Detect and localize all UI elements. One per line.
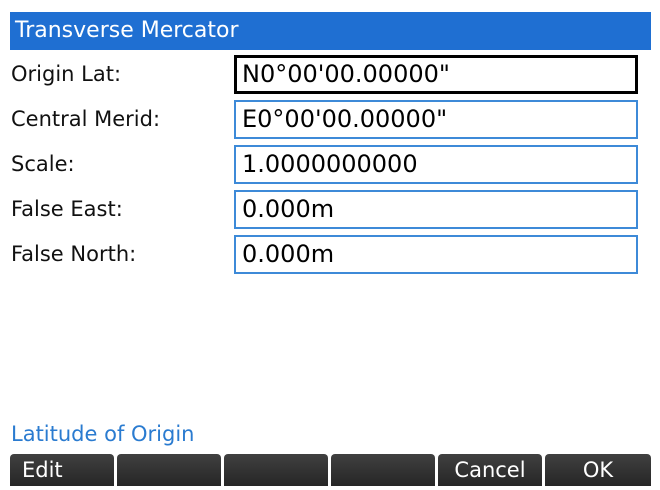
screen: Transverse Mercator Origin Lat: N0°00'00…: [10, 12, 651, 486]
cancel-softkey[interactable]: Cancel: [438, 454, 542, 486]
help-text: Latitude of Origin: [11, 422, 195, 446]
origin-lat-label: Origin Lat:: [11, 62, 122, 86]
softkey-bar: Edit Cancel OK: [10, 454, 651, 486]
form-row-scale: Scale: 1.0000000000: [10, 143, 651, 186]
false-north-label: False North:: [11, 242, 137, 266]
ok-softkey[interactable]: OK: [545, 454, 651, 486]
window-title: Transverse Mercator: [10, 12, 651, 50]
form-row-false-east: False East: 0.000m: [10, 188, 651, 231]
form-row-central-merid: Central Merid: E0°00'00.00000": [10, 98, 651, 141]
central-merid-field[interactable]: E0°00'00.00000": [234, 100, 638, 139]
central-merid-label: Central Merid:: [11, 107, 161, 131]
edit-softkey[interactable]: Edit: [10, 454, 114, 486]
blank-softkey-3[interactable]: [224, 454, 328, 486]
blank-softkey-4[interactable]: [331, 454, 435, 486]
blank-softkey-2[interactable]: [117, 454, 221, 486]
origin-lat-field[interactable]: N0°00'00.00000": [234, 55, 638, 94]
false-north-field[interactable]: 0.000m: [234, 235, 638, 274]
scale-label: Scale:: [11, 152, 75, 176]
false-east-label: False East:: [11, 197, 123, 221]
form-row-origin-lat: Origin Lat: N0°00'00.00000": [10, 53, 651, 96]
false-east-field[interactable]: 0.000m: [234, 190, 638, 229]
scale-field[interactable]: 1.0000000000: [234, 145, 638, 184]
form-row-false-north: False North: 0.000m: [10, 233, 651, 276]
